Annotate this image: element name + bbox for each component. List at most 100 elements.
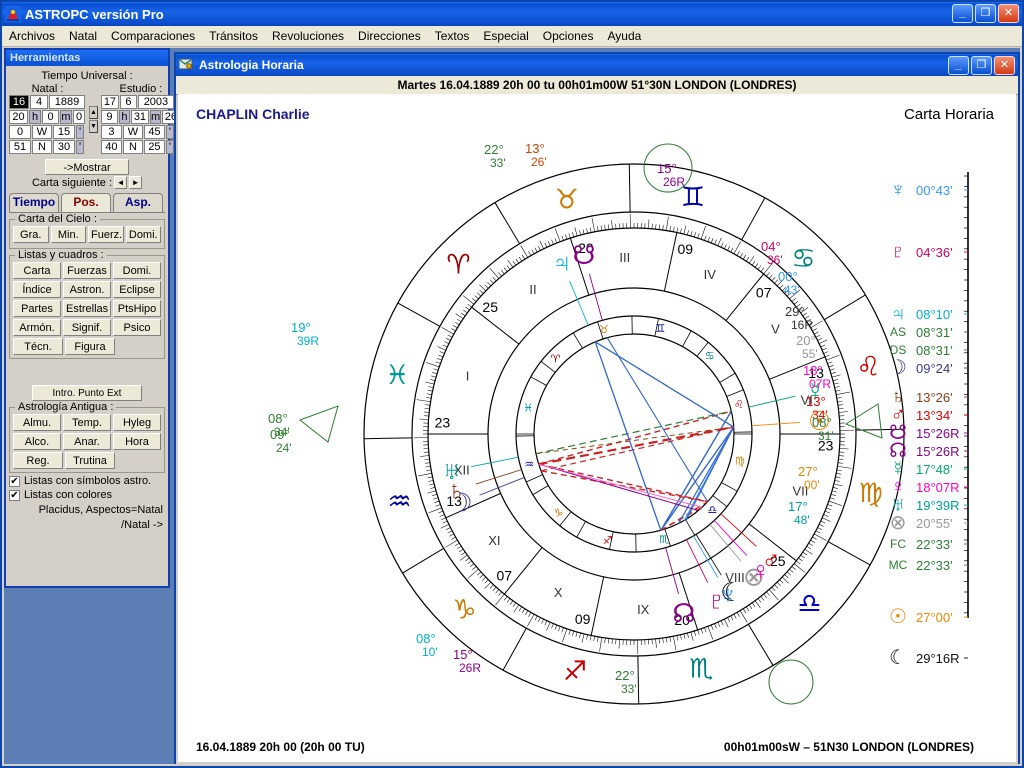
chart-close-button[interactable]: ✕ xyxy=(994,56,1015,75)
estudio-month-input[interactable]: 6 xyxy=(119,95,137,109)
button-fuerz[interactable]: Fuerz. xyxy=(88,226,124,243)
carta-prev-button[interactable]: ◄ xyxy=(114,176,128,189)
menu-item-ayuda[interactable]: Ayuda xyxy=(600,27,648,45)
button-hora[interactable]: Hora xyxy=(113,433,161,450)
tab-pos[interactable]: Pos. xyxy=(61,193,111,212)
intro-punto-ext-button[interactable]: Intro. Punto Ext xyxy=(32,385,142,401)
natal-second-input[interactable]: 0 xyxy=(73,110,85,124)
menu-item-revoluciones[interactable]: Revoluciones xyxy=(265,27,351,45)
estudio-lon-degree-input[interactable]: 3 xyxy=(100,125,122,139)
button-domi-cielo[interactable]: Domi. xyxy=(125,226,161,243)
button-alco[interactable]: Alco. xyxy=(13,433,61,450)
chart-person-name: CHAPLIN Charlie xyxy=(196,106,310,122)
natal-day-input[interactable]: 16 xyxy=(9,95,29,109)
tools-gap xyxy=(9,359,165,385)
button-reg[interactable]: Reg. xyxy=(13,452,63,469)
svg-text:FC: FC xyxy=(890,537,906,551)
chart-header-text: Martes 16.04.1889 20h 00 tu 00h01m00W 51… xyxy=(397,78,797,92)
button-armon[interactable]: Armón. xyxy=(13,319,61,336)
button-anar[interactable]: Anar. xyxy=(63,433,111,450)
button-indice[interactable]: Índice xyxy=(13,281,61,298)
natal-lon-minute-input[interactable]: 15 xyxy=(53,125,75,139)
svg-text:IX: IX xyxy=(637,602,650,617)
close-button[interactable]: ✕ xyxy=(998,4,1019,23)
button-domi[interactable]: Domi. xyxy=(113,262,161,279)
svg-text:18°07R: 18°07R xyxy=(916,480,960,495)
carta-next-button[interactable]: ► xyxy=(129,176,143,189)
app-title: ASTROPC versión Pro xyxy=(25,6,164,22)
menu-item-transitos[interactable]: Tránsitos xyxy=(202,27,265,45)
tab-tiempo[interactable]: Tiempo xyxy=(9,193,59,212)
button-estrellas[interactable]: Estrellas xyxy=(63,300,111,317)
svg-text:♒: ♒ xyxy=(387,486,411,516)
estudio-lon-direction[interactable]: W xyxy=(122,125,143,139)
estudio-lat-direction[interactable]: N xyxy=(122,140,143,154)
natal-minute-input[interactable]: 0 xyxy=(42,110,59,124)
button-astron[interactable]: Astron. xyxy=(63,281,111,298)
estudio-year-input[interactable]: 2003 xyxy=(137,95,174,109)
spinner-down-button[interactable]: ▼ xyxy=(89,119,98,133)
svg-text:08°31': 08°31' xyxy=(916,343,953,358)
checkbox-simbolos-astro-box[interactable]: ✔ xyxy=(9,475,20,487)
chart-canvas[interactable]: CHAPLIN Charlie Carta Horaria ♌ ♌ ♍ ♍ ♎ ♎ ♏ ♏ ♐ ♐… xyxy=(178,94,1016,762)
spinner-up-button[interactable]: ▲ xyxy=(89,105,98,119)
astrology-wheel[interactable]: ♌♌♍♍♎♎♏♏♐♐♑♑♒♒♓♓♈♈♉♉♊♊♋♋I23II25III20IV09… xyxy=(178,94,1016,762)
tab-asp[interactable]: Asp. xyxy=(113,193,163,212)
svg-text:XI: XI xyxy=(488,533,500,548)
button-gra[interactable]: Gra. xyxy=(13,226,49,243)
natal-month-input[interactable]: 4 xyxy=(30,95,48,109)
natal-lon-direction[interactable]: W xyxy=(32,125,52,139)
estudio-lat-minute-input[interactable]: 25 xyxy=(143,140,165,154)
svg-text:19°: 19° xyxy=(291,320,311,335)
estudio-lat-degree-input[interactable]: 40 xyxy=(100,140,122,154)
button-temp[interactable]: Temp. xyxy=(63,414,111,431)
button-trutina[interactable]: Trutina xyxy=(65,452,115,469)
chart-type-label: Carta Horaria xyxy=(903,106,994,123)
menu-item-especial[interactable]: Especial xyxy=(476,27,535,45)
estudio-minute-input[interactable]: 31 xyxy=(130,110,149,124)
button-carta[interactable]: Carta xyxy=(13,262,61,279)
svg-text:04°: 04° xyxy=(761,239,781,254)
button-psico[interactable]: Psico xyxy=(113,319,161,336)
button-eclipse[interactable]: Eclipse xyxy=(113,281,161,298)
button-almu[interactable]: Almu. xyxy=(13,414,61,431)
checkbox-listas-colores-box[interactable]: ✔ xyxy=(9,489,20,501)
menu-item-natal[interactable]: Natal xyxy=(62,27,104,45)
button-signif[interactable]: Signif. xyxy=(63,319,111,336)
checkbox-simbolos-astro[interactable]: ✔ Listas con símbolos astro. xyxy=(9,475,165,487)
button-min[interactable]: Min. xyxy=(50,226,86,243)
button-tecn[interactable]: Técn. xyxy=(13,338,63,355)
menu-item-textos[interactable]: Textos xyxy=(428,27,477,45)
menu-item-comparaciones[interactable]: Comparaciones xyxy=(104,27,202,45)
chart-minimize-button[interactable]: _ xyxy=(948,56,969,75)
natal-lon-degree-input[interactable]: 0 xyxy=(9,125,31,139)
menu-item-archivos[interactable]: Archivos xyxy=(2,27,62,45)
button-fuerzas[interactable]: Fuerzas xyxy=(63,262,111,279)
button-hyleg[interactable]: Hyleg xyxy=(113,414,161,431)
natal-minute-unit: m xyxy=(60,110,72,124)
button-figura[interactable]: Figura xyxy=(65,338,115,355)
chart-maximize-button[interactable]: ❐ xyxy=(971,56,992,75)
svg-text:09°24': 09°24' xyxy=(916,361,953,376)
natal-lat-minute-input[interactable]: 30 xyxy=(53,140,75,154)
mostrar-button[interactable]: ->Mostrar xyxy=(45,159,129,175)
natal-lat-direction[interactable]: N xyxy=(32,140,52,154)
checkbox-listas-colores[interactable]: ✔ Listas con colores xyxy=(9,489,165,501)
minimize-button[interactable]: _ xyxy=(952,4,973,23)
svg-text:08°: 08° xyxy=(812,415,832,430)
button-ptshipo[interactable]: PtsHipo xyxy=(113,300,161,317)
natal-hour-input[interactable]: 20 xyxy=(9,110,28,124)
svg-text:16R: 16R xyxy=(791,318,813,332)
maximize-button[interactable]: ❐ xyxy=(975,4,996,23)
button-partes[interactable]: Partes xyxy=(13,300,61,317)
natal-longitude-row: 0 W 15 ' xyxy=(9,125,86,139)
estudio-lon-minute-input[interactable]: 45 xyxy=(143,125,165,139)
estudio-lat-tick: ' xyxy=(165,140,174,154)
menu-item-direcciones[interactable]: Direcciones xyxy=(351,27,428,45)
svg-text:36': 36' xyxy=(767,253,783,267)
natal-lat-degree-input[interactable]: 51 xyxy=(9,140,31,154)
estudio-hour-input[interactable]: 9 xyxy=(100,110,118,124)
natal-year-input[interactable]: 1889 xyxy=(49,95,85,109)
menu-item-opciones[interactable]: Opciones xyxy=(536,27,601,45)
estudio-day-input[interactable]: 17 xyxy=(100,95,119,109)
